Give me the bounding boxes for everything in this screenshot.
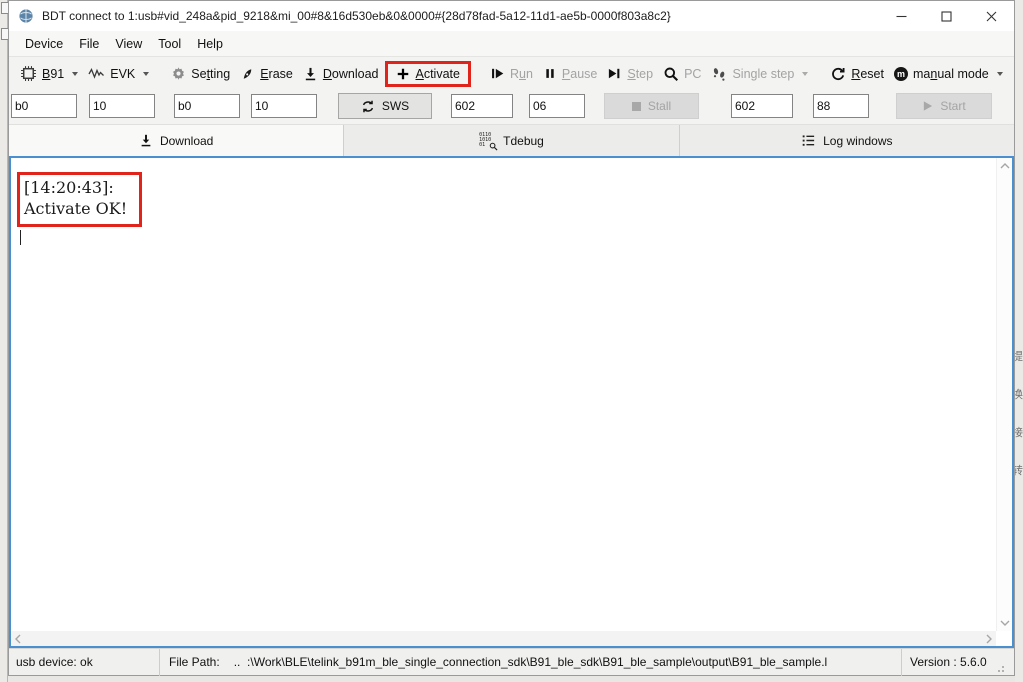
usb-device-status: usb device: ok (9, 655, 159, 669)
download-button[interactable]: Download (298, 63, 384, 85)
run-button[interactable]: Run (485, 63, 538, 84)
file-path-label: File Path: (169, 655, 220, 669)
chip-icon (20, 65, 37, 82)
reset-icon (830, 66, 846, 82)
gear-icon (171, 66, 186, 81)
background-window-fragment-right: 提 换 接 转 (1015, 0, 1023, 682)
step-button[interactable]: Step (602, 63, 658, 84)
log-message: Activate OK! (24, 198, 127, 219)
vertical-scrollbar[interactable] (996, 158, 1012, 631)
tab-tdebug[interactable]: 0110101001 Tdebug (344, 125, 679, 156)
activate-button[interactable]: Activate (391, 64, 464, 84)
plus-icon (396, 67, 410, 81)
scroll-left-icon[interactable] (14, 633, 22, 645)
activate-highlight-box: Activate (385, 61, 470, 87)
background-glyph-fragment: 接 (1015, 424, 1023, 440)
close-icon (986, 11, 997, 22)
background-glyph-fragment: 换 (1015, 386, 1023, 402)
footsteps-icon (711, 66, 727, 82)
download-icon (139, 133, 153, 148)
pause-icon (543, 66, 557, 81)
start-button[interactable]: Start (896, 93, 992, 119)
chevron-down-icon (72, 72, 78, 76)
waveform-icon (88, 66, 105, 81)
resize-grip[interactable] (996, 664, 1004, 672)
step-icon (607, 66, 622, 81)
list-icon (801, 133, 816, 148)
file-path-section: File Path: .. :\Work\BLE\telink_b91m_ble… (160, 655, 901, 669)
pause-button[interactable]: Pause (538, 63, 602, 84)
maximize-button[interactable] (924, 1, 969, 31)
menu-tool[interactable]: Tool (150, 33, 189, 55)
flash-size-field-1[interactable] (89, 94, 155, 118)
setting-button[interactable]: Setting (166, 63, 235, 84)
single-step-dropdown[interactable]: Single step (706, 63, 813, 85)
text-caret (20, 230, 21, 245)
scroll-up-icon[interactable] (999, 162, 1011, 170)
stall-button[interactable]: Stall (604, 93, 699, 119)
flash-addr-field-1[interactable] (11, 94, 77, 118)
chip-select-dropdown[interactable]: B91 (15, 62, 83, 85)
window-title: BDT connect to 1:usb#vid_248a&pid_9218&m… (42, 9, 879, 23)
download-icon (303, 66, 318, 82)
menu-view[interactable]: View (107, 33, 150, 55)
erase-icon (240, 66, 255, 82)
reg-addr-field-2[interactable] (731, 94, 793, 118)
file-path-value: .. :\Work\BLE\telink_b91m_ble_single_con… (234, 655, 828, 669)
scroll-right-icon[interactable] (985, 633, 993, 645)
titlebar[interactable]: BDT connect to 1:usb#vid_248a&pid_9218&m… (9, 1, 1014, 31)
reg-value-field-1[interactable] (529, 94, 585, 118)
reset-button[interactable]: Reset (825, 63, 889, 85)
play-icon (922, 100, 933, 112)
scroll-down-icon[interactable] (999, 619, 1011, 627)
tab-bar: Download 0110101001 Tdebug Log windows (9, 124, 1014, 156)
app-logo-icon (18, 8, 34, 24)
log-timestamp: [14:20:43]: (24, 177, 127, 198)
reg-value-field-2[interactable] (813, 94, 869, 118)
minimize-icon (896, 11, 907, 22)
tab-log-windows[interactable]: Log windows (680, 125, 1014, 156)
chevron-down-icon (143, 72, 149, 76)
register-control-row: SWS Stall Start (9, 90, 1014, 124)
refresh-icon (361, 99, 375, 114)
background-glyph-fragment: 转 (1015, 462, 1023, 478)
background-window-fragment-left (0, 0, 8, 682)
toolbar: B91 EVK Setting (9, 57, 1014, 90)
menubar: Device File View Tool Help (9, 31, 1014, 57)
tab-download[interactable]: Download (9, 125, 344, 156)
desktop: 提 换 接 转 BDT connect to 1:usb#vid_248a&pi… (0, 0, 1023, 682)
flash-size-field-2[interactable] (251, 94, 317, 118)
manual-mode-icon: m (894, 67, 908, 81)
menu-device[interactable]: Device (17, 33, 71, 55)
background-glyph-fragment: 提 (1015, 348, 1023, 364)
pc-button[interactable]: PC (658, 63, 706, 85)
menu-file[interactable]: File (71, 33, 107, 55)
log-output-area[interactable]: [14:20:43]: Activate OK! (9, 156, 1014, 648)
manual-mode-dropdown[interactable]: m manual mode (889, 64, 1008, 84)
sws-button[interactable]: SWS (338, 93, 432, 119)
log-highlight-box: [14:20:43]: Activate OK! (17, 172, 142, 227)
binary-debug-icon: 0110101001 (479, 133, 496, 149)
horizontal-scrollbar[interactable] (11, 631, 996, 646)
erase-button[interactable]: Erase (235, 63, 298, 85)
reg-addr-field-1[interactable] (451, 94, 513, 118)
minimize-button[interactable] (879, 1, 924, 31)
search-icon (663, 66, 679, 82)
maximize-icon (941, 11, 952, 22)
bdt-app-window: BDT connect to 1:usb#vid_248a&pid_9218&m… (8, 0, 1015, 676)
statusbar: usb device: ok File Path: .. :\Work\BLE\… (9, 648, 1014, 675)
chevron-down-icon (997, 72, 1003, 76)
close-button[interactable] (969, 1, 1014, 31)
flash-addr-field-2[interactable] (174, 94, 240, 118)
chevron-down-icon (802, 72, 808, 76)
board-select-dropdown[interactable]: EVK (83, 63, 154, 84)
run-icon (490, 66, 505, 81)
stop-square-icon (632, 102, 641, 111)
menu-help[interactable]: Help (189, 33, 231, 55)
